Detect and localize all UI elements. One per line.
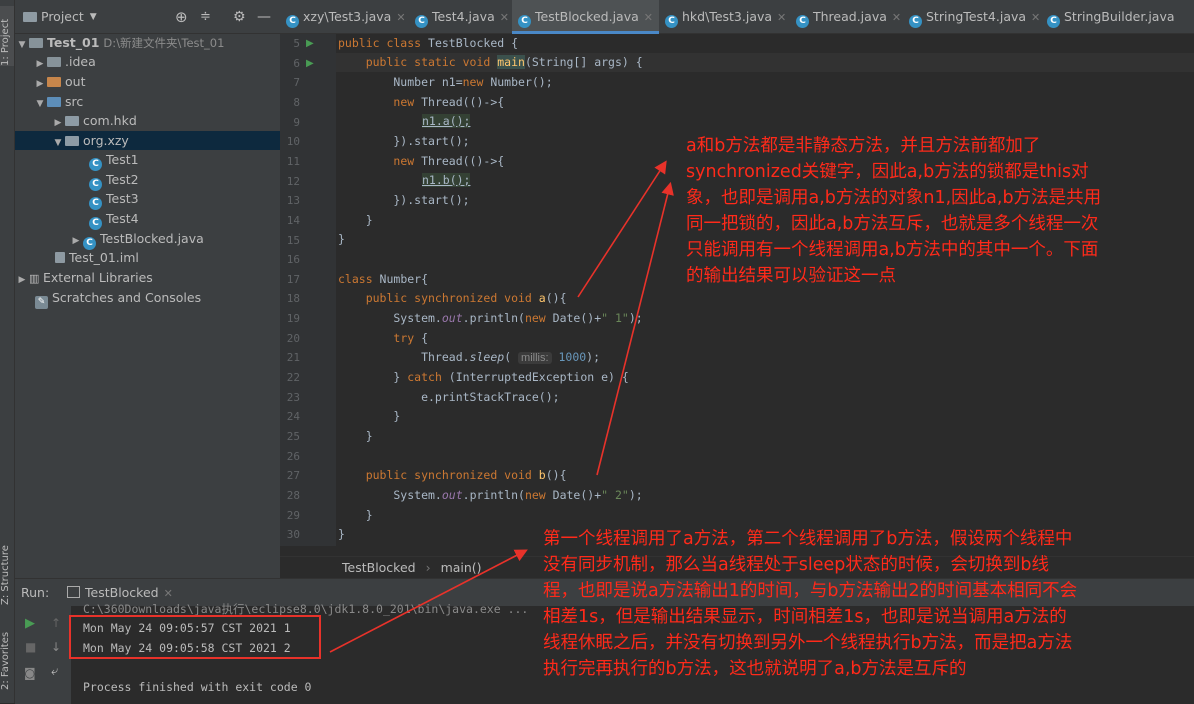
arrow-to-method-b (596, 181, 674, 476)
annotation-bottom: 第一个线程调用了a方法，第二个线程调用了b方法，假设两个线程中 没有同步机制，那… (543, 529, 1078, 679)
arrow-to-output (329, 549, 528, 653)
annotation-top: a和b方法都是非静态方法，并且方法前都加了 synchronized关键字，因此… (686, 136, 1102, 286)
arrow-to-method-a (577, 160, 667, 298)
